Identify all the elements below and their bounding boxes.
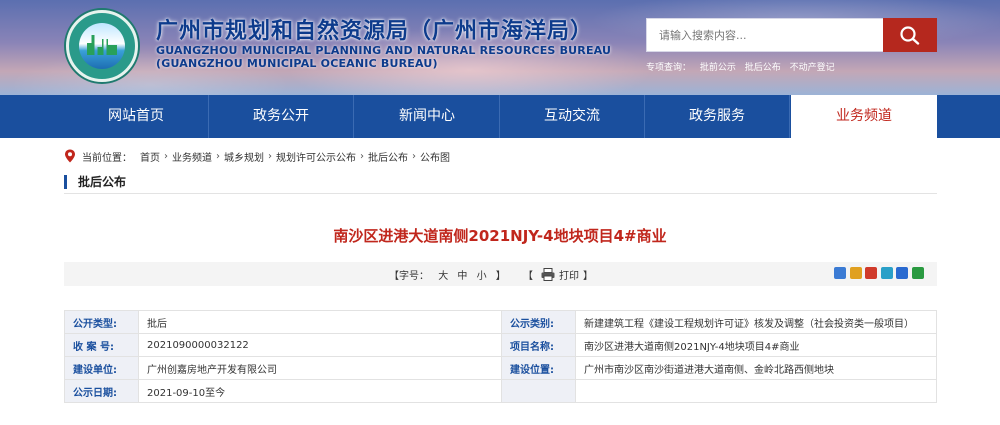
main-nav: 网站首页 政务公开 新闻中心 互动交流 政务服务 业务频道 <box>0 95 1000 138</box>
site-title-en: GUANGZHOU MUNICIPAL PLANNING AND NATURAL… <box>156 44 612 57</box>
value-case-number: 2021090000032122 <box>138 333 502 357</box>
notice-info-table: 公开类型: 批后 公示类别: 新建建筑工程《建设工程规划许可证》核发及调整（社会… <box>64 310 937 403</box>
article-title: 南沙区进港大道南侧2021NJY-4地块项目4#商业 <box>333 227 667 245</box>
nav-services[interactable]: 政务服务 <box>645 95 790 138</box>
site-header: 广州市规划和自然资源局（广州市海洋局） GUANGZHOU MUNICIPAL … <box>0 0 1000 95</box>
font-size-large[interactable]: 大 <box>438 271 448 282</box>
value-public-type: 批后 <box>138 310 502 334</box>
section-label: 批后公布 <box>78 175 127 189</box>
value-empty <box>575 379 937 403</box>
quick-links: 专项查询： 批前公示 批后公布 不动产登记 <box>646 60 841 73</box>
nav-business-channel[interactable]: 业务频道 <box>791 95 937 138</box>
share-qzone-icon[interactable] <box>849 267 862 279</box>
share-icons <box>834 267 927 279</box>
location-pin-icon <box>65 149 75 163</box>
section-heading: 批后公布 <box>64 170 937 194</box>
table-row: 建设单位: 广州创嘉房地产开发有限公司 建设位置: 广州市南沙区南沙街道进港大道… <box>64 356 937 380</box>
logo-emblem <box>79 23 125 69</box>
quick-link-pre-notice[interactable]: 批前公示 <box>700 63 736 73</box>
font-size-close: 】 <box>495 271 506 282</box>
font-size-label: 【字号： <box>389 271 429 282</box>
nav-government-affairs[interactable]: 政务公开 <box>209 95 354 138</box>
share-plus-icon[interactable] <box>834 267 846 279</box>
share-renren-icon[interactable] <box>896 267 908 279</box>
breadcrumb: 当前位置： 首页 › 业务频道 › 城乡规划 › 规划许可公示公布 › 批后公布… <box>64 148 450 164</box>
breadcrumb-prefix: 当前位置： <box>82 152 132 164</box>
breadcrumb-home[interactable]: 首页 <box>140 149 160 164</box>
printer-icon <box>541 268 555 281</box>
font-size-medium[interactable]: 中 <box>457 271 467 282</box>
print-label: 打印 <box>559 271 579 282</box>
search-button[interactable] <box>883 18 937 52</box>
table-row: 收 案 号: 2021090000032122 项目名称: 南沙区进港大道南侧2… <box>64 333 937 357</box>
quick-link-post-notice[interactable]: 批后公布 <box>745 63 781 73</box>
nav-news[interactable]: 新闻中心 <box>355 95 500 138</box>
breadcrumb-business-channel[interactable]: 业务频道 <box>172 149 212 164</box>
share-tencent-icon[interactable] <box>880 267 893 279</box>
label-public-type: 公开类型: <box>64 310 139 334</box>
nav-home[interactable]: 网站首页 <box>64 95 209 138</box>
value-developer: 广州创嘉房地产开发有限公司 <box>138 356 502 380</box>
breadcrumb-urban-planning[interactable]: 城乡规划 <box>224 149 264 164</box>
label-project-name: 项目名称: <box>501 333 576 357</box>
breadcrumb-permit-notices[interactable]: 规划许可公示公布 <box>276 149 356 164</box>
bureau-logo[interactable] <box>66 10 138 82</box>
article-toolbar: 【字号： 大 中 小 】 【 打印 】 <box>64 262 937 286</box>
font-size-control: 【字号： 大 中 小 】 <box>386 267 509 282</box>
label-location: 建设位置: <box>501 356 576 380</box>
search-icon <box>900 26 920 45</box>
site-subtitle-en: (GUANGZHOU MUNICIPAL OCEANIC BUREAU) <box>156 57 438 70</box>
label-empty <box>501 379 576 403</box>
value-notice-category: 新建建筑工程《建设工程规划许可证》核发及调整（社会投资类一般项目） <box>575 310 937 334</box>
quick-links-label: 专项查询： <box>646 63 692 73</box>
nav-interaction[interactable]: 互动交流 <box>500 95 645 138</box>
site-title: 广州市规划和自然资源局（广州市海洋局） <box>156 19 594 44</box>
breadcrumb-notice-map[interactable]: 公布图 <box>420 149 450 164</box>
quick-link-real-estate[interactable]: 不动产登记 <box>790 63 835 73</box>
value-project-name: 南沙区进港大道南侧2021NJY-4地块项目4#商业 <box>575 333 937 357</box>
table-row: 公示日期: 2021-09-10至今 <box>64 379 937 403</box>
table-row: 公开类型: 批后 公示类别: 新建建筑工程《建设工程规划许可证》核发及调整（社会… <box>64 310 937 334</box>
share-weibo-icon[interactable] <box>865 267 877 279</box>
share-wechat-icon[interactable] <box>911 267 924 279</box>
label-notice-category: 公示类别: <box>501 310 576 334</box>
font-size-small[interactable]: 小 <box>477 271 487 282</box>
value-notice-date: 2021-09-10至今 <box>138 379 502 403</box>
search-input[interactable] <box>646 18 883 52</box>
label-notice-date: 公示日期: <box>64 379 139 403</box>
section-marker <box>64 175 67 189</box>
value-location: 广州市南沙区南沙街道进港大道南侧、金岭北路西侧地块 <box>575 356 937 380</box>
label-developer: 建设单位: <box>64 356 139 380</box>
breadcrumb-post-approval[interactable]: 批后公布 <box>368 149 408 164</box>
print-button[interactable]: 【 打印 】 <box>523 267 593 282</box>
label-case-number: 收 案 号: <box>64 333 139 357</box>
